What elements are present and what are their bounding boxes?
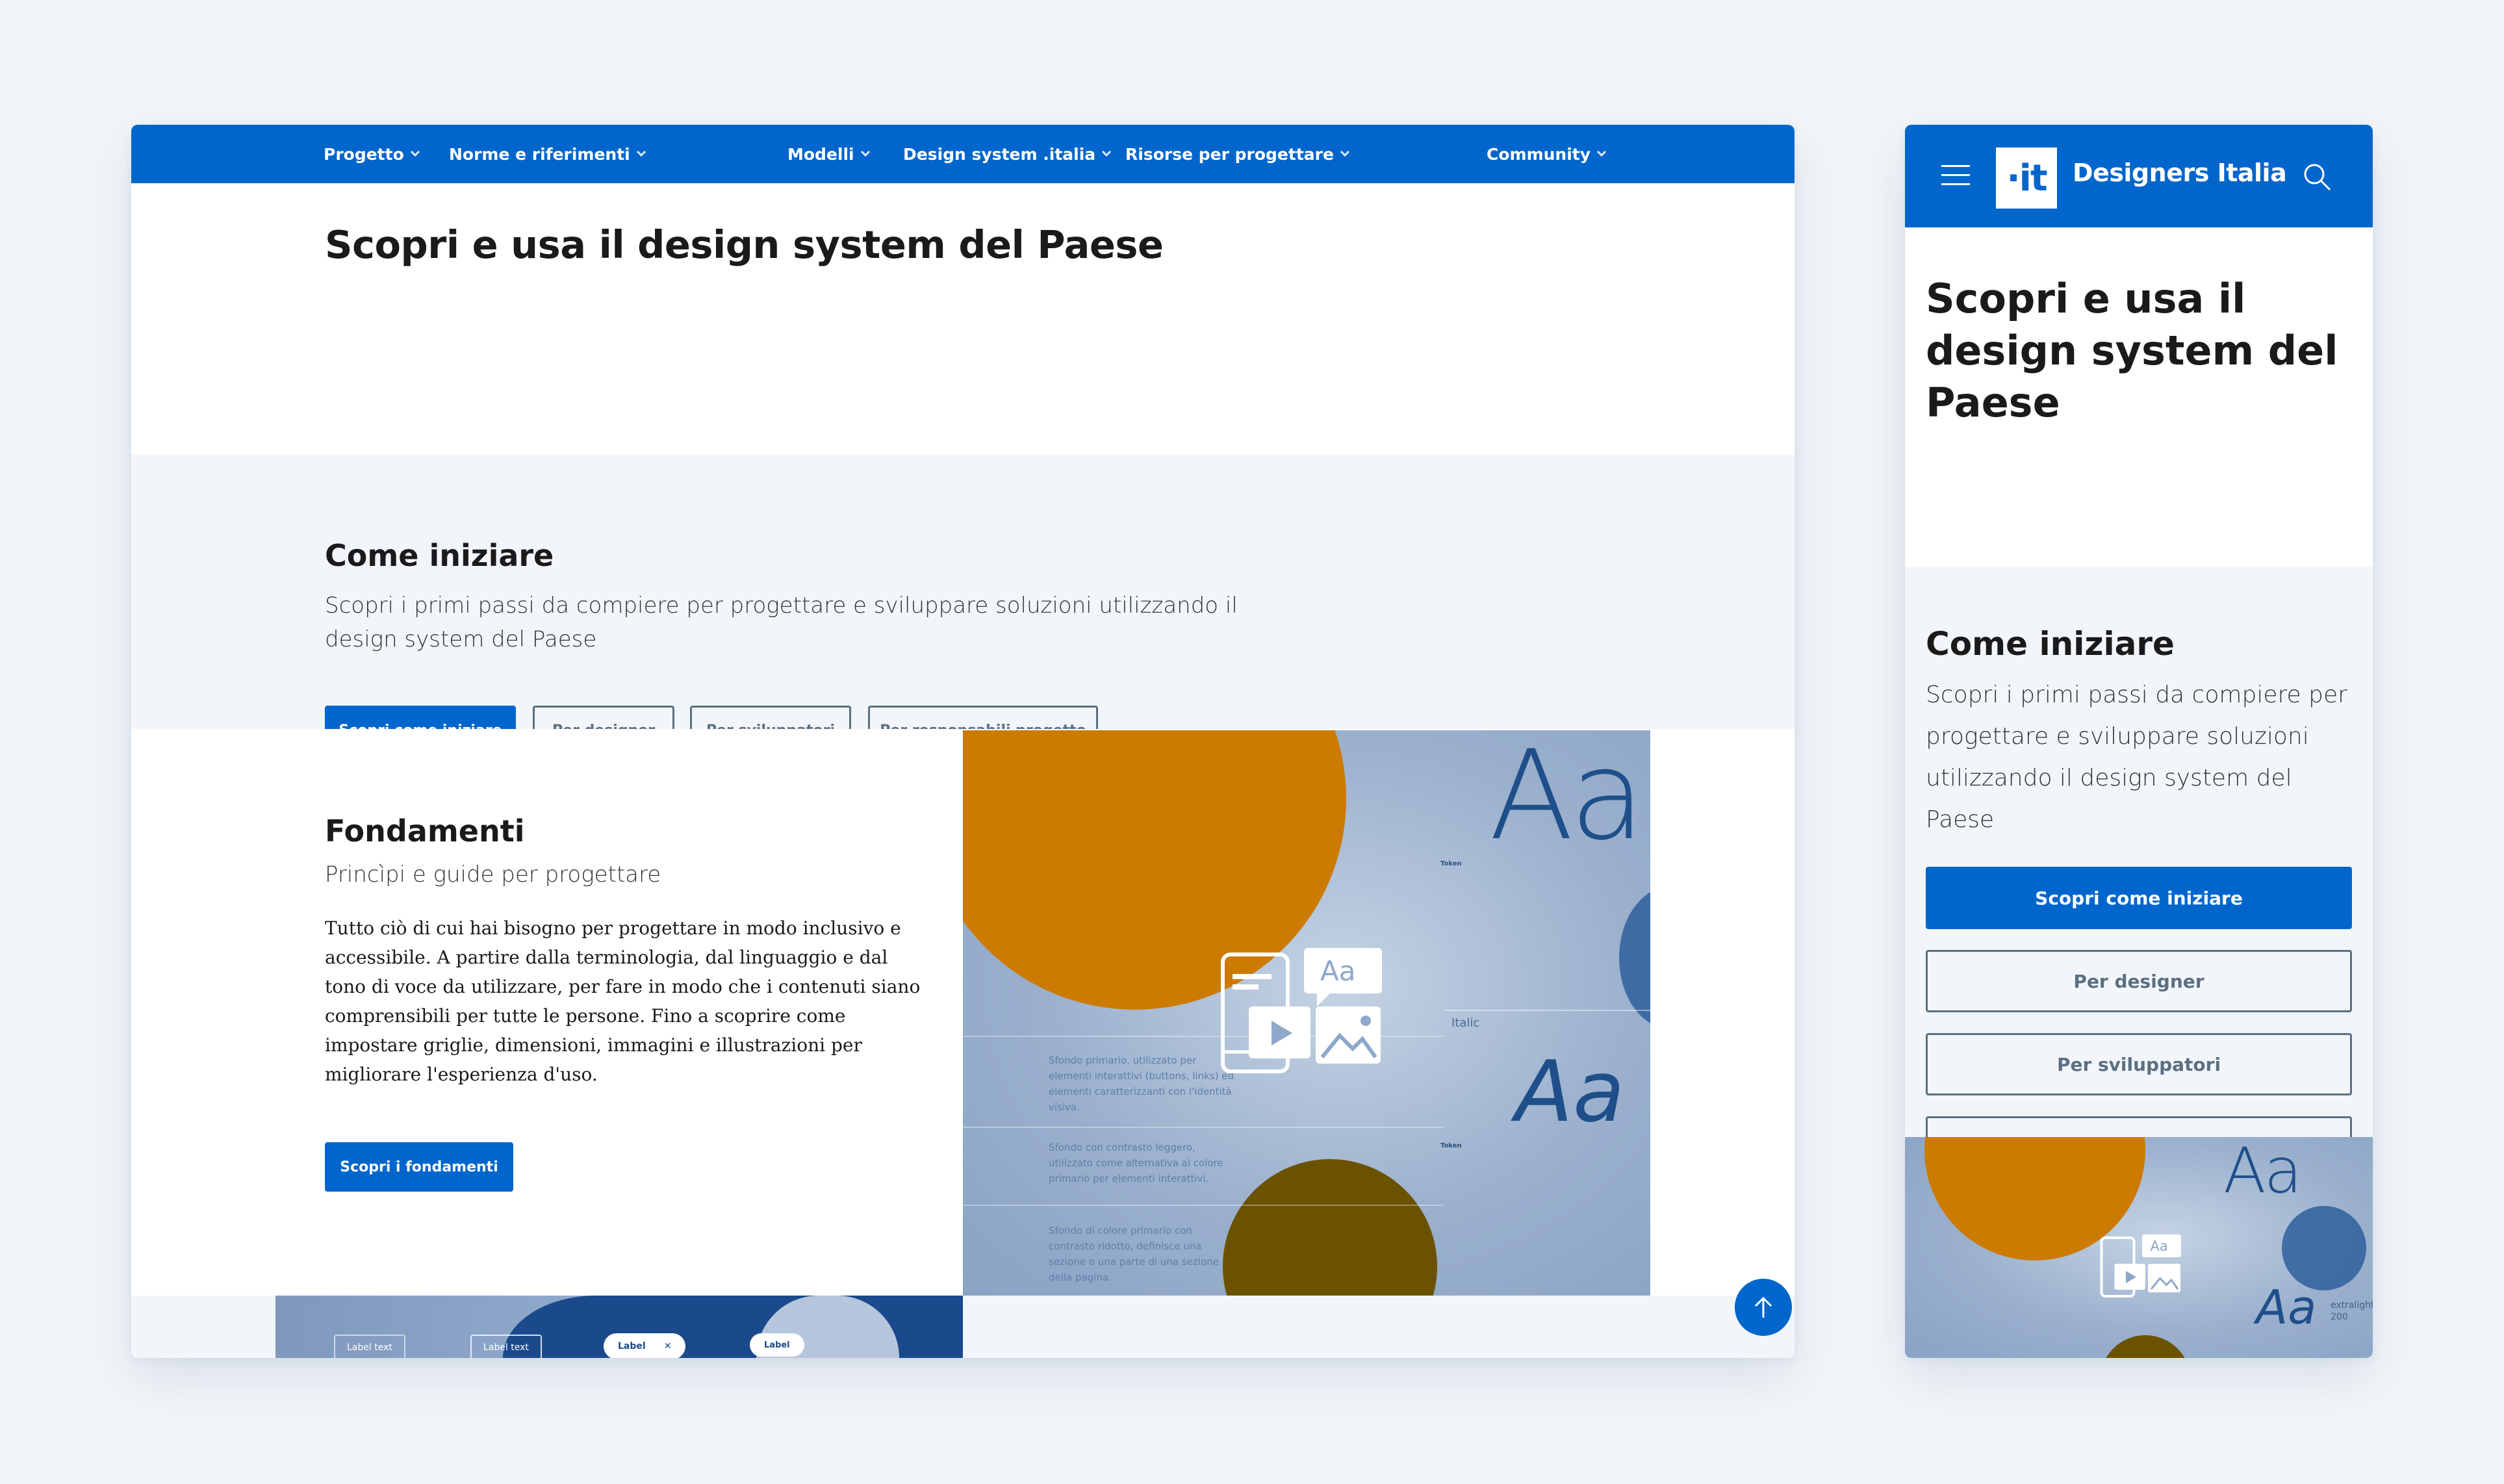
chevron-down-icon: [410, 147, 420, 157]
blue-circle: [2282, 1206, 2366, 1290]
chip-label: Label text: [347, 1342, 392, 1353]
chevron-down-icon: [1340, 147, 1350, 157]
components-preview-image: Label text Label text Label ✕ Label: [275, 1296, 963, 1358]
page-title: Scopri e usa il design system del Paese: [1926, 275, 2338, 426]
arrow-up-icon: [1754, 1296, 1772, 1318]
brand-name[interactable]: Designers Italia: [2073, 159, 2287, 187]
chip: Label: [750, 1333, 804, 1357]
nav-label: Progetto: [324, 144, 404, 164]
scopri-come-iniziare-button[interactable]: Scopri come iniziare: [1926, 867, 2352, 929]
chevron-down-icon: [860, 147, 870, 157]
nav-label: Modelli: [787, 144, 854, 164]
chip: Label text: [334, 1335, 405, 1358]
mobile-preview: ·it Designers Italia Scopri e usa il des…: [1905, 125, 2373, 1358]
back-to-top-button[interactable]: [1735, 1279, 1792, 1336]
section-subtitle: Princìpi e guide per progettare: [325, 862, 661, 888]
svg-text:Aa: Aa: [2151, 1238, 2168, 1254]
title-section: Scopri e usa il design system del Paese: [131, 183, 1795, 455]
weight-label: extralight 200: [2331, 1299, 2373, 1323]
search-icon[interactable]: [2303, 162, 2331, 191]
chip-label: Label: [764, 1340, 790, 1350]
main-nav: Progetto Norme e riferimenti Modelli Des…: [131, 125, 1795, 183]
media-devices-icon: Aa: [1221, 948, 1382, 1073]
page-title: Scopri e usa il design system del Paese: [325, 222, 1164, 267]
divider-line: [1444, 1010, 1650, 1011]
chevron-down-icon: [636, 147, 646, 157]
nav-label: Risorse per progettare: [1125, 144, 1334, 164]
nav-item-progetto[interactable]: Progetto: [324, 125, 420, 183]
section-heading: Fondamenti: [325, 813, 525, 849]
typeface-sample-large: Aa: [1489, 730, 1645, 867]
typeface-sample-large: Aa: [2223, 1137, 2302, 1207]
nav-item-design-system[interactable]: Design system .italia: [903, 125, 1112, 183]
section-heading: Come iniziare: [1926, 625, 2175, 663]
chip-label: Label text: [483, 1342, 529, 1353]
nav-item-norme[interactable]: Norme e riferimenti: [449, 125, 646, 183]
nav-item-modelli[interactable]: Modelli: [787, 125, 870, 183]
nav-item-community[interactable]: Community: [1487, 125, 1607, 183]
section-lead: Scopri i primi passi da compiere per pro…: [325, 593, 1238, 652]
section-body: Tutto ciò di cui hai bisogno per progett…: [325, 917, 921, 1085]
typeface-sample-italic: Aa: [2256, 1280, 2317, 1335]
token-label: Token: [1440, 1142, 1462, 1149]
weight-name: extralight: [2331, 1300, 2373, 1311]
illustration-caption: Sfondo di colore primario con contrasto …: [1049, 1225, 1219, 1283]
title-section: Scopri e usa il design system del Paese: [1905, 227, 2373, 567]
section-heading: Come iniziare: [325, 538, 554, 573]
typeface-sample-italic: Aa: [1515, 1042, 1625, 1141]
hamburger-icon[interactable]: [1941, 164, 1970, 187]
scopri-i-fondamenti-button[interactable]: Scopri i fondamenti: [325, 1142, 513, 1192]
nav-item-risorse[interactable]: Risorse per progettare: [1125, 125, 1350, 183]
desktop-preview: Progetto Norme e riferimenti Modelli Des…: [131, 125, 1795, 1358]
chip-label: Label: [618, 1341, 646, 1351]
weight-value: 200: [2331, 1312, 2348, 1322]
per-designer-button[interactable]: Per designer: [1926, 950, 2352, 1012]
olive-circle: [2100, 1335, 2191, 1358]
chip: Label text: [470, 1335, 542, 1358]
illustration-caption: Sfondo con contrasto leggero, utilizzato…: [1049, 1142, 1223, 1184]
chevron-down-icon: [1102, 147, 1112, 157]
nav-label: Design system .italia: [903, 144, 1096, 164]
fondamenti-illustration: Aa Aa Italic Token Token Sfondo primario…: [963, 730, 1650, 1296]
divider-line: [963, 1127, 1444, 1128]
nav-label: Community: [1487, 144, 1591, 164]
fondamenti-illustration: Aa Aa extralight 200 Aa: [1905, 1137, 2373, 1358]
media-devices-icon: Aa: [2100, 1235, 2181, 1298]
illustration-caption: Sfondo primario, utilizzato per elementi…: [1049, 1055, 1234, 1113]
olive-circle: [1223, 1159, 1437, 1296]
token-label: Token: [1440, 860, 1462, 867]
per-sviluppatori-button[interactable]: Per sviluppatori: [1926, 1033, 2352, 1095]
chip: Label ✕: [604, 1333, 686, 1358]
divider-line: [963, 1205, 1444, 1206]
mobile-header: ·it Designers Italia: [1905, 125, 2373, 227]
nav-label: Norme e riferimenti: [449, 144, 630, 164]
blue-circle: [1619, 886, 1650, 1029]
logo[interactable]: ·it: [1996, 147, 2057, 209]
svg-text:Aa: Aa: [1320, 955, 1355, 987]
chevron-down-icon: [1596, 147, 1607, 157]
section-lead: Scopri i primi passi da compiere per pro…: [1926, 682, 2347, 833]
close-icon: ✕: [663, 1341, 672, 1351]
italic-label: Italic: [1451, 1016, 1480, 1030]
